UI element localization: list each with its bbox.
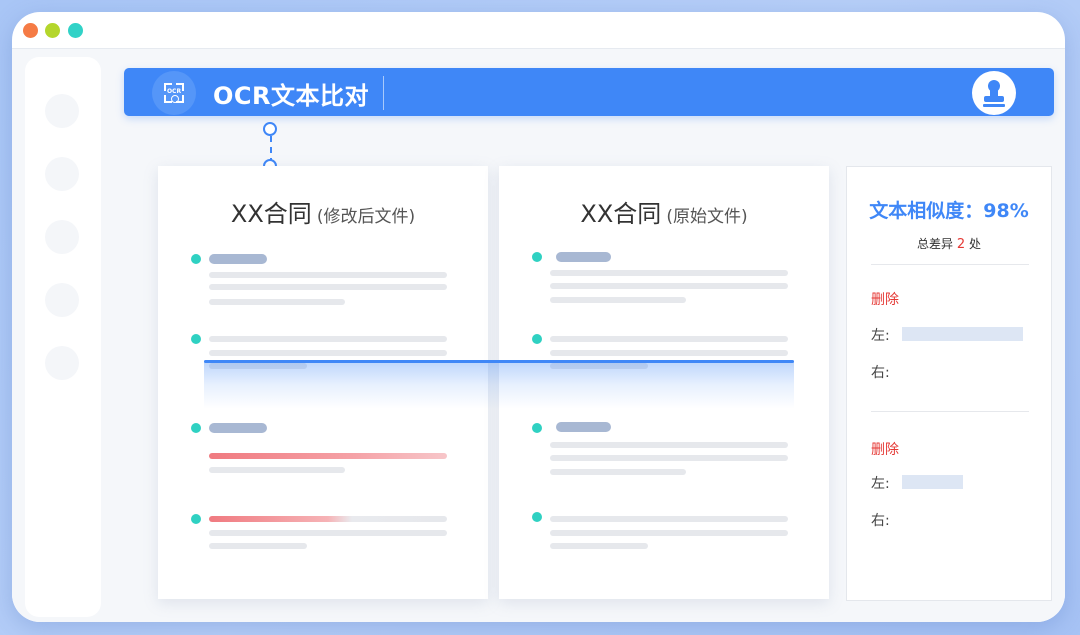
text-line	[209, 284, 447, 290]
maximize-window-button[interactable]	[68, 23, 83, 38]
document-title-sub: (修改后文件)	[316, 207, 416, 227]
heading-placeholder	[209, 254, 267, 264]
heading-placeholder	[209, 423, 267, 433]
connector-dot-top	[263, 122, 277, 136]
diff-prefix: 总差异	[917, 237, 954, 251]
text-line	[550, 270, 788, 276]
paragraph-bullet	[532, 334, 542, 344]
text-line	[550, 530, 788, 536]
sidebar-item-4[interactable]	[45, 283, 79, 317]
text-line	[209, 299, 345, 305]
app-header: OCR OCR文本比对	[124, 68, 1054, 116]
diff-type-label[interactable]: 删除	[871, 289, 899, 309]
paragraph-bullet	[532, 512, 542, 522]
text-line	[550, 336, 788, 342]
panel-divider	[871, 411, 1029, 412]
ocr-scan-icon: OCR	[152, 71, 196, 115]
close-window-button[interactable]	[23, 23, 38, 38]
scan-glow	[204, 361, 794, 409]
panel-divider	[871, 264, 1029, 265]
scan-line	[204, 360, 794, 363]
text-line	[550, 283, 788, 289]
sidebar-item-3[interactable]	[45, 220, 79, 254]
gear-icon	[171, 95, 179, 103]
text-line	[550, 469, 686, 475]
ocr-icon-label: OCR	[166, 88, 182, 95]
main-content: OCR OCR文本比对 XX合同 (修改后文件) XX合同 (原始文件) 文本相…	[12, 49, 1065, 622]
sidebar	[25, 57, 101, 617]
text-line	[550, 297, 686, 303]
text-line	[209, 467, 345, 473]
document-title: XX合同 (修改后文件)	[158, 194, 488, 229]
paragraph-bullet	[532, 423, 542, 433]
diff-left-highlight	[902, 475, 963, 489]
text-line	[550, 516, 788, 522]
deleted-text-line	[209, 453, 447, 459]
document-title-main: XX合同	[580, 200, 662, 228]
sidebar-item-5[interactable]	[45, 346, 79, 380]
similarity-title: 文本相似度：98%	[847, 196, 1051, 223]
text-line	[550, 543, 648, 549]
window-titlebar	[12, 12, 1065, 49]
text-line	[209, 530, 447, 536]
document-title-main: XX合同	[230, 200, 312, 228]
text-line	[209, 350, 447, 356]
sidebar-item-1[interactable]	[45, 94, 79, 128]
heading-placeholder	[556, 422, 611, 432]
diff-right-label: 右:	[871, 513, 890, 529]
paragraph-bullet	[191, 514, 201, 524]
header-divider	[383, 76, 384, 110]
sidebar-item-2[interactable]	[45, 157, 79, 191]
comparison-result-panel: 文本相似度：98% 总差异 2 处 删除 左: 右: 删除 左: 右:	[846, 166, 1052, 601]
deleted-text-line	[209, 516, 447, 522]
diff-type-label[interactable]: 删除	[871, 439, 899, 459]
similarity-label: 文本相似度：	[869, 200, 984, 222]
user-stamp-icon	[983, 80, 1005, 107]
paragraph-bullet	[532, 252, 542, 262]
paragraph-bullet	[191, 254, 201, 264]
document-title-sub: (原始文件)	[666, 207, 748, 227]
text-line	[209, 336, 447, 342]
diff-left-highlight	[902, 327, 1023, 341]
text-line	[550, 455, 788, 461]
app-window: OCR OCR文本比对 XX合同 (修改后文件) XX合同 (原始文件) 文本相…	[12, 12, 1065, 622]
heading-placeholder	[556, 252, 611, 262]
minimize-window-button[interactable]	[45, 23, 60, 38]
diff-suffix: 处	[968, 237, 981, 251]
text-line	[550, 442, 788, 448]
user-avatar[interactable]	[972, 71, 1016, 115]
diff-left-label: 左:	[871, 476, 890, 492]
diff-number: 2	[956, 237, 966, 252]
text-line	[550, 350, 788, 356]
difference-count: 总差异 2 处	[847, 235, 1051, 252]
paragraph-bullet	[191, 334, 201, 344]
similarity-value: 98%	[983, 200, 1029, 222]
diff-right-label: 右:	[871, 365, 890, 381]
paragraph-bullet	[191, 423, 201, 433]
document-title: XX合同 (原始文件)	[499, 194, 829, 229]
text-line	[209, 272, 447, 278]
diff-left-label: 左:	[871, 328, 890, 344]
text-line	[209, 543, 307, 549]
app-title: OCR文本比对	[213, 82, 369, 110]
